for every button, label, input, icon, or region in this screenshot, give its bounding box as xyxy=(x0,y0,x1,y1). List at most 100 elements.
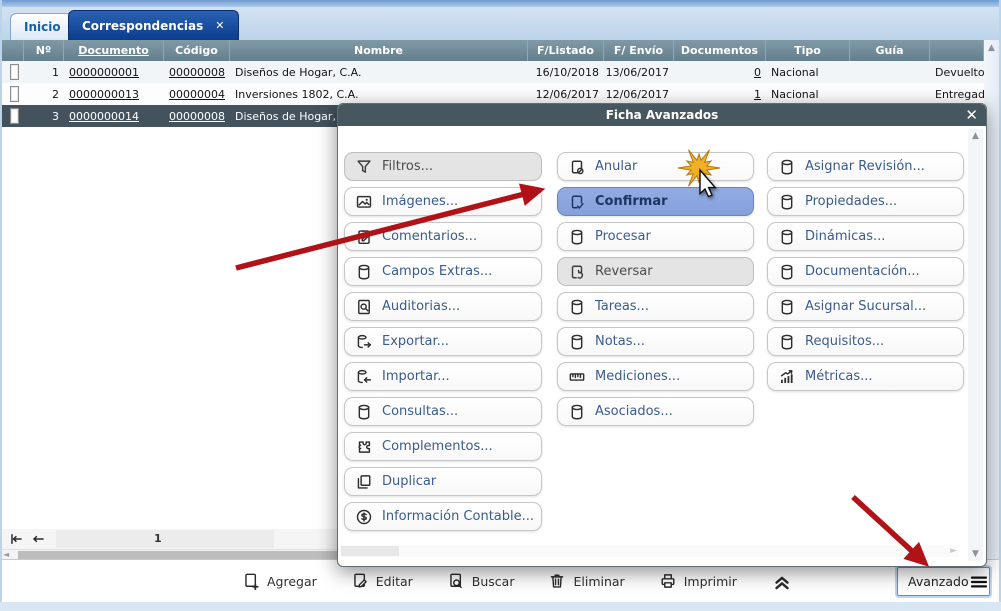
modal-button-imágenes[interactable]: Imágenes... xyxy=(344,187,542,216)
column-header-estado[interactable] xyxy=(930,40,984,61)
cell-value-f_listado: 16/10/2018 xyxy=(536,66,599,79)
column-header-codigo[interactable]: Código xyxy=(164,40,230,61)
modal-button-label: Exportar... xyxy=(382,334,449,349)
modal-button-tareas[interactable]: Tareas... xyxy=(557,292,754,321)
cell-value-documentos[interactable]: 0 xyxy=(754,66,761,79)
cell-value-nombre: Diseños de Hogar, C.A. xyxy=(235,66,361,79)
agregar-button[interactable]: Agregar xyxy=(242,572,317,590)
modal-button-duplicar[interactable]: Duplicar xyxy=(344,467,542,496)
tab-correspondencias[interactable]: Correspondencias ✕ xyxy=(68,10,239,40)
first-page-button[interactable] xyxy=(6,530,26,548)
prev-page-button[interactable] xyxy=(28,530,48,548)
modal-button-mediciones[interactable]: Mediciones... xyxy=(557,362,754,391)
modal-button-propiedades[interactable]: Propiedades... xyxy=(767,187,964,216)
modal-button-label: Notas... xyxy=(595,334,645,349)
scroll-left-icon[interactable]: ◄ xyxy=(3,550,9,559)
modal-button-label: Propiedades... xyxy=(805,194,897,209)
modal-button-información-contable[interactable]: Información Contable... xyxy=(344,502,542,531)
modal-button-asignar-revisión[interactable]: Asignar Revisión... xyxy=(767,152,964,181)
cell-documento: 0000000014 xyxy=(64,105,164,127)
cell-tipo: Nacional xyxy=(766,61,850,83)
image-icon xyxy=(355,193,373,211)
ficha-avanzados-dialog: Ficha Avanzados ✕ ▲ ▼ ► Filtros... Imágen… xyxy=(337,103,987,567)
scroll-right-icon[interactable]: ► xyxy=(950,546,957,556)
modal-button-comentarios[interactable]: Comentarios... xyxy=(344,222,542,251)
tab-inicio[interactable]: Inicio xyxy=(10,13,75,40)
column-header-label: Nombre xyxy=(354,44,403,57)
modal-button-confirmar[interactable]: Confirmar xyxy=(557,187,754,216)
column-header-f_listado[interactable]: F/Listado xyxy=(528,40,604,61)
cell-value-codigo[interactable]: 00000004 xyxy=(169,88,225,101)
column-header-n[interactable]: Nº xyxy=(24,40,64,61)
modal-button-requisitos[interactable]: Requisitos... xyxy=(767,327,964,356)
modal-button-exportar[interactable]: Exportar... xyxy=(344,327,542,356)
dialog-body: ▲ ▼ ► Filtros... Imágenes... Comentarios..… xyxy=(338,126,986,566)
modal-button-label: Información Contable... xyxy=(382,509,534,524)
table-row[interactable]: 1000000000100000008Diseños de Hogar, C.A… xyxy=(2,61,984,83)
modal-button-consultas[interactable]: Consultas... xyxy=(344,397,542,426)
modal-button-auditorias[interactable]: Auditorias... xyxy=(344,292,542,321)
cell-value-documento[interactable]: 0000000001 xyxy=(69,66,139,79)
row-checkbox[interactable] xyxy=(10,108,19,124)
column-header-f_envio[interactable]: F/ Envío xyxy=(604,40,674,61)
modal-button-asociados[interactable]: Asociados... xyxy=(557,397,754,426)
cell-value-documento[interactable]: 0000000014 xyxy=(69,110,139,123)
column-header-sel[interactable] xyxy=(2,40,24,61)
modal-button-label: Dinámicas... xyxy=(805,229,885,244)
column-header-tipo[interactable]: Tipo xyxy=(766,40,850,61)
cell-n: 2 xyxy=(24,83,64,105)
close-icon[interactable]: ✕ xyxy=(965,104,978,126)
database-icon xyxy=(568,333,586,351)
modal-button-label: Comentarios... xyxy=(382,229,477,244)
advanced-button[interactable]: Avanzado xyxy=(897,567,990,596)
dialog-vertical-scrollbar[interactable]: ▲ ▼ xyxy=(968,129,983,561)
column-header-guia[interactable]: Guía xyxy=(850,40,930,61)
cell-value-documentos[interactable]: 1 xyxy=(754,88,761,101)
column-header-documentos[interactable]: Documentos xyxy=(674,40,766,61)
eliminar-button[interactable]: Eliminar xyxy=(548,572,624,590)
modal-button-reversar[interactable]: Reversar xyxy=(557,257,754,286)
modal-button-asignar-sucursal[interactable]: Asignar Sucursal... xyxy=(767,292,964,321)
horizontal-scroll-thumb[interactable] xyxy=(341,546,399,556)
cell-value-codigo[interactable]: 00000008 xyxy=(169,110,225,123)
scroll-down-icon[interactable]: ▼ xyxy=(968,547,983,561)
dialog-horizontal-scrollbar[interactable]: ► xyxy=(341,545,959,557)
scroll-up-icon[interactable]: ▲ xyxy=(968,129,983,143)
row-checkbox[interactable] xyxy=(10,64,19,80)
modal-button-label: Auditorias... xyxy=(382,299,460,314)
modal-button-anular[interactable]: Anular xyxy=(557,152,754,181)
row-checkbox[interactable] xyxy=(10,86,19,102)
database-icon xyxy=(355,263,373,281)
editar-button[interactable]: Editar xyxy=(351,572,413,590)
cell-value-documento[interactable]: 0000000013 xyxy=(69,88,139,101)
cell-f_listado: 16/10/2018 xyxy=(528,61,604,83)
trash-icon xyxy=(548,572,566,590)
modal-button-métricas[interactable]: Métricas... xyxy=(767,362,964,391)
modal-button-complementos[interactable]: Complementos... xyxy=(344,432,542,461)
modal-button-importar[interactable]: Importar... xyxy=(344,362,542,391)
dialog-titlebar[interactable]: Ficha Avanzados ✕ xyxy=(338,104,986,126)
cell-value-codigo[interactable]: 00000008 xyxy=(169,66,225,79)
modal-button-campos-extras[interactable]: Campos Extras... xyxy=(344,257,542,286)
modal-button-label: Importar... xyxy=(382,369,450,384)
column-header-label: Documento xyxy=(78,44,149,57)
buscar-button[interactable]: Buscar xyxy=(447,572,515,590)
cell-f_listado: 12/06/2017 xyxy=(528,83,604,105)
tab-close-icon[interactable]: ✕ xyxy=(215,20,224,31)
modal-button-procesar[interactable]: Procesar xyxy=(557,222,754,251)
cell-f_envio: 12/06/2017 xyxy=(604,83,674,105)
modal-button-filtros[interactable]: Filtros... xyxy=(344,152,542,181)
database-icon xyxy=(778,298,796,316)
column-header-documento[interactable]: Documento xyxy=(64,40,164,61)
imprimir-button[interactable]: Imprimir xyxy=(659,572,737,590)
column-header-nombre[interactable]: Nombre xyxy=(230,40,528,61)
cell-value-nombre: Inversiones 1802, C.A. xyxy=(235,88,359,101)
modal-button-documentación[interactable]: Documentación... xyxy=(767,257,964,286)
modal-button-dinámicas[interactable]: Dinámicas... xyxy=(767,222,964,251)
chevrons-up-icon xyxy=(771,570,793,592)
table-row[interactable]: 2 0000000013 00000004 Inversiones 1802, C.A… xyxy=(2,83,984,105)
scroll-up-icon[interactable]: ▲ xyxy=(984,40,999,56)
cell-value-f_envio: 13/06/2017 xyxy=(606,66,669,79)
modal-button-notas[interactable]: Notas... xyxy=(557,327,754,356)
collapse-toolbar-button[interactable] xyxy=(771,570,793,592)
